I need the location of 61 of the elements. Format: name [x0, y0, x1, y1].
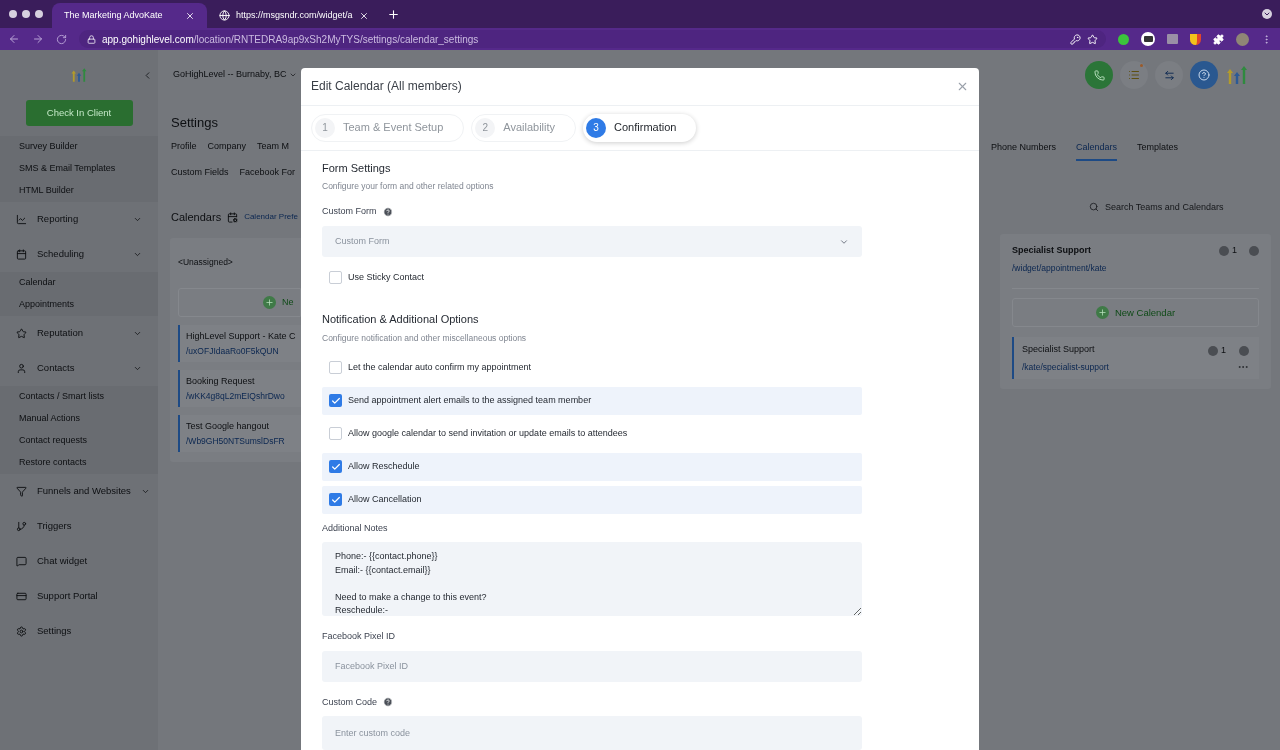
new-calendar-button[interactable]: Ne: [178, 288, 301, 318]
settings-tab[interactable]: Templates: [1137, 141, 1179, 161]
search-field[interactable]: Search Teams and Calendars: [1105, 200, 1265, 214]
team-slug[interactable]: /widget/appointment/kate: [1012, 257, 1259, 290]
member-count: 1: [1221, 344, 1226, 357]
sidebar-link[interactable]: Calendar: [19, 276, 56, 290]
calendar-card[interactable]: Specialist Support /kate/specialist-support 1: [1012, 337, 1259, 380]
section-description: Configure your form and other related options: [322, 180, 495, 193]
sidebar-section[interactable]: Support Portal: [0, 579, 158, 614]
team-name: <Unassigned>: [178, 255, 234, 269]
sidebar-section[interactable]: Funnels and Websites: [0, 474, 158, 509]
team-name: Specialist Support: [1012, 244, 1092, 257]
settings-tab[interactable]: Profile: [171, 140, 197, 160]
checkbox-label: Send appointment alert emails to the assigned team member: [348, 393, 592, 407]
sidebar-section[interactable]: Settings: [0, 614, 158, 649]
settings-tab[interactable]: Phone Numbers: [991, 141, 1057, 161]
settings-tab[interactable]: Team M: [257, 140, 290, 160]
section-description: Configure notification and other miscellaneous options: [322, 331, 528, 345]
checkbox-label: Use Sticky Contact: [348, 270, 425, 284]
page-title: Settings: [171, 115, 218, 130]
calendar-card[interactable]: Booking Request /wKK4g8qL2mEIQshrDwo: [178, 370, 301, 408]
checkbox-label: Allow Reschedule: [348, 459, 420, 473]
calendar-card[interactable]: Test Google hangout /Wb9GH50NTSumslDsFR: [178, 415, 301, 453]
browser-tab[interactable]: The Marketing AdvoKate: [52, 3, 207, 28]
section-title: Form Settings: [322, 160, 392, 176]
check-in-button[interactable]: Check In Client: [25, 100, 133, 126]
custom-form-select[interactable]: Custom Form: [322, 226, 862, 258]
step-tab[interactable]: 3 Confirmation: [583, 113, 697, 142]
pixel-id-field[interactable]: Facebook Pixel ID: [322, 650, 862, 682]
checkbox-label: Let the calendar auto confirm my appointment: [348, 360, 532, 374]
calendar-card[interactable]: HighLevel Support - Kate C /uxOFJIdaaRo0F5kQUN: [178, 325, 301, 363]
field-label: Additional Notes: [322, 521, 389, 535]
section-title: Calendars: [171, 210, 222, 225]
field-label: Facebook Pixel ID: [322, 630, 397, 643]
member-count: 1: [1232, 244, 1237, 257]
sidebar-section[interactable]: Triggers: [0, 509, 158, 544]
checkbox-label: Allow google calendar to send invitation or update emails to attendees: [348, 426, 628, 440]
browser-tab[interactable]: https://msgsndr.com/widget/a: [207, 3, 381, 28]
preferences-link[interactable]: Calendar Prefe: [244, 211, 298, 224]
new-calendar-button[interactable]: New Calendar: [1012, 298, 1259, 328]
sidebar-section[interactable]: Reporting: [0, 202, 158, 237]
modal-title: Edit Calendar (All members): [311, 78, 463, 96]
location-selector[interactable]: GoHighLevel -- Burnaby, BC: [173, 68, 287, 82]
sidebar-section[interactable]: Chat widget: [0, 544, 158, 579]
calendar-slug[interactable]: /wKK4g8qL2mEIQshrDwo: [186, 390, 301, 403]
checkbox-label: Allow Cancellation: [348, 492, 422, 506]
settings-tab[interactable]: Facebook For: [239, 165, 296, 185]
field-label: Custom Code: [322, 695, 378, 709]
calendar-slug[interactable]: /Wb9GH50NTSumslDsFR: [186, 435, 301, 448]
custom-code-field[interactable]: Enter custom code: [322, 716, 862, 750]
calendar-slug[interactable]: /uxOFJIdaaRo0F5kQUN: [186, 345, 301, 358]
field-label: Custom Form: [322, 204, 377, 218]
settings-tab[interactable]: Custom Fields: [171, 165, 229, 185]
address-bar[interactable]: app.gohighlevel.com/location/RNTEDRA9ap9xSh2MyTYS/settings/calendar_settings: [79, 30, 1106, 48]
section-title: Notification & Additional Options: [322, 312, 480, 328]
sidebar-section[interactable]: Scheduling: [0, 237, 158, 272]
notes-field[interactable]: Phone:- {{contact.phone}} Email:- {{contact.email}} Need to make a change to this event? Reschedule:-: [322, 542, 862, 616]
sidebar-section[interactable]: Contacts: [0, 351, 158, 386]
settings-tab[interactable]: Calendars: [1076, 141, 1118, 161]
sidebar-section[interactable]: Reputation: [0, 316, 158, 351]
settings-tab[interactable]: Company: [207, 140, 247, 160]
